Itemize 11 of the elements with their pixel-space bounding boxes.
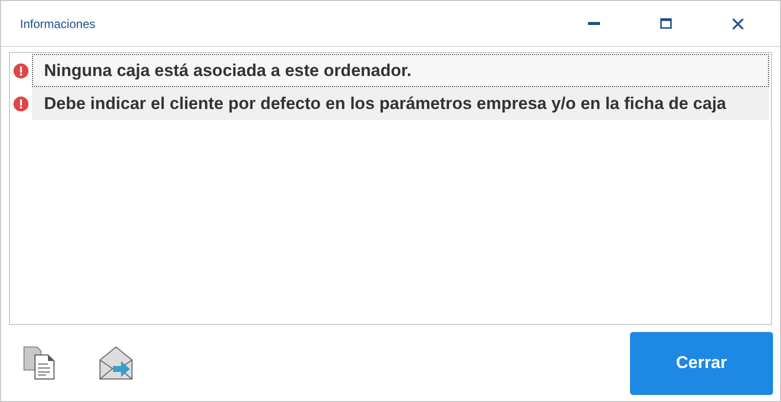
message-row[interactable]: Ninguna caja está asociada a este ordenador. bbox=[32, 54, 769, 87]
close-icon[interactable] bbox=[732, 18, 744, 30]
error-icon bbox=[13, 62, 29, 78]
window-title: Informaciones bbox=[20, 16, 96, 32]
minimize-icon[interactable] bbox=[588, 22, 600, 26]
error-icon bbox=[13, 96, 29, 112]
email-send-icon[interactable] bbox=[99, 346, 133, 380]
close-dialog-button[interactable]: Cerrar bbox=[630, 332, 773, 394]
message-row[interactable]: Debe indicar el cliente por defecto en los parámetros empresa y/o en la ficha de caja bbox=[32, 87, 769, 120]
copy-icon[interactable] bbox=[23, 346, 57, 380]
maximize-icon[interactable] bbox=[660, 18, 672, 29]
